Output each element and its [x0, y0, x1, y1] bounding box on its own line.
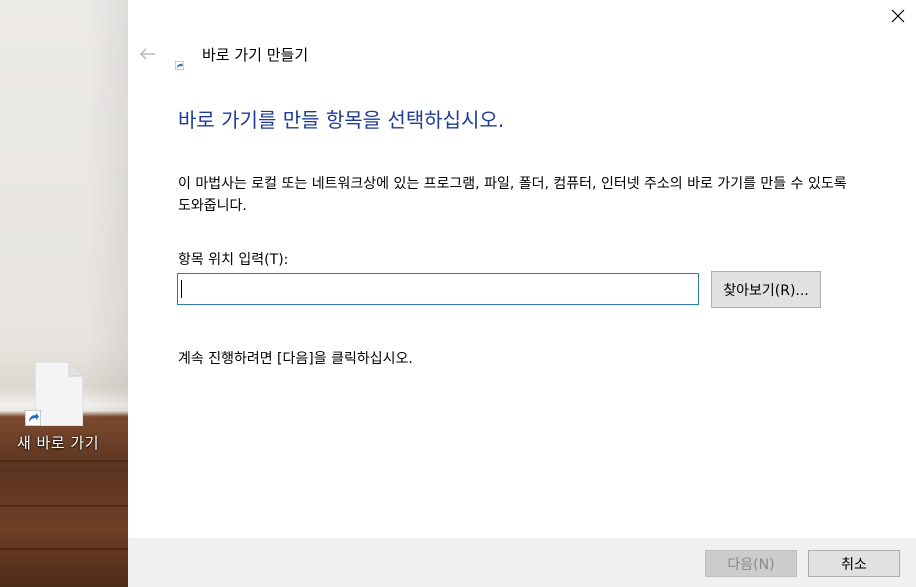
floor-streak — [0, 505, 128, 507]
file-icon — [25, 362, 83, 426]
back-arrow-icon — [139, 48, 155, 60]
page-heading: 바로 가기를 만들 항목을 선택하십시오. — [178, 108, 505, 132]
wall-shadow — [88, 0, 128, 420]
location-input[interactable] — [177, 273, 699, 305]
cancel-button[interactable]: 취소 — [808, 550, 900, 577]
location-label: 항목 위치 입력(T): — [178, 252, 289, 268]
back-button[interactable] — [138, 45, 158, 63]
shortcut-title-icon — [174, 55, 185, 71]
desktop-background: 새 바로 가기 — [0, 0, 128, 587]
browse-button[interactable]: 찾아보기(R)... — [711, 271, 821, 308]
next-button[interactable]: 다음(N) — [705, 550, 797, 577]
floor-streak — [0, 548, 128, 550]
floor-streak — [0, 460, 128, 462]
dialog-title: 바로 가기 만들기 — [202, 46, 309, 64]
text-caret — [181, 280, 182, 298]
shortcut-arrow-icon — [25, 410, 41, 426]
desktop-shortcut-item[interactable]: 새 바로 가기 — [8, 362, 108, 453]
wizard-description: 이 마법사는 로컬 또는 네트워크상에 있는 프로그램, 파일, 폴더, 컴퓨터… — [178, 176, 847, 214]
continue-instruction: 계속 진행하려면 [다음]을 클릭하십시오. — [178, 351, 413, 367]
desktop-shortcut-label: 새 바로 가기 — [16, 434, 100, 452]
create-shortcut-dialog: 바로 가기 만들기 바로 가기를 만들 항목을 선택하십시오. 이 마법사는 로… — [128, 0, 916, 587]
close-icon — [891, 9, 905, 23]
close-button[interactable] — [890, 8, 906, 24]
dialog-footer: 다음(N) 취소 — [128, 538, 916, 587]
